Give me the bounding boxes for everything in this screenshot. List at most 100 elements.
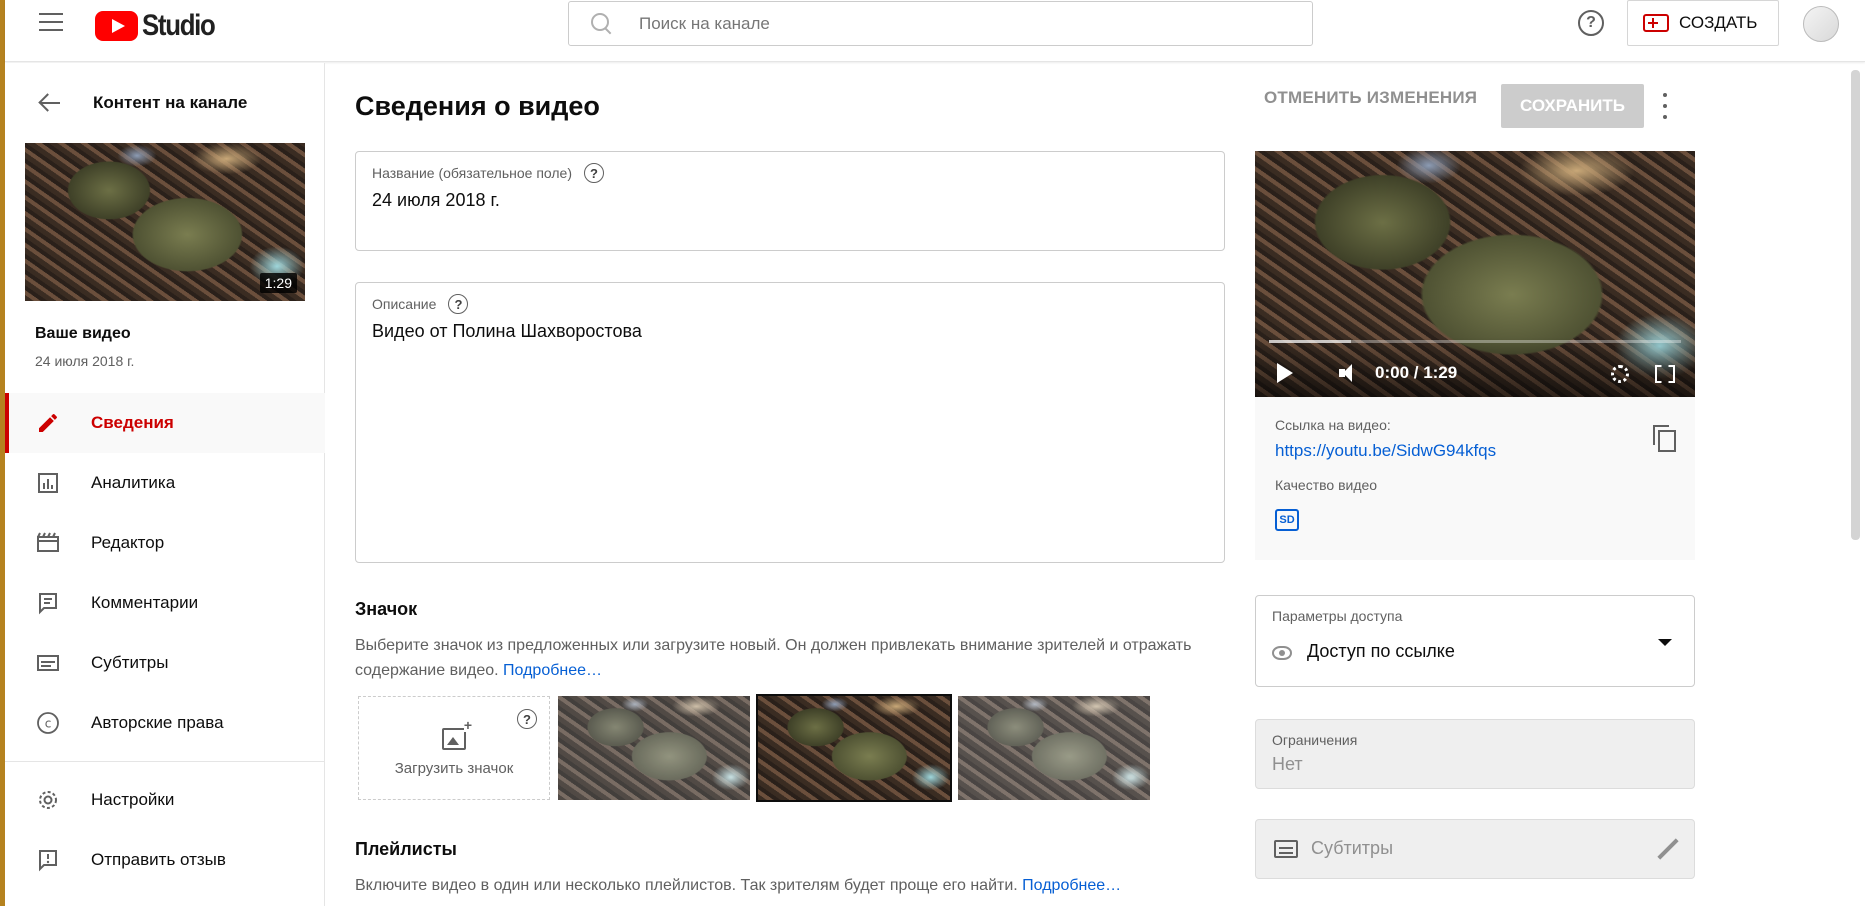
description-field-label: Описание ?: [372, 294, 469, 314]
subtitles-icon: [35, 650, 61, 676]
copy-icon[interactable]: [1653, 425, 1676, 452]
comment-icon: [35, 590, 61, 616]
sidebar-item-details[interactable]: Сведения: [5, 393, 325, 453]
channel-search[interactable]: [568, 1, 1313, 46]
volume-icon[interactable]: [1339, 364, 1361, 382]
fullscreen-icon[interactable]: [1655, 365, 1675, 383]
create-button[interactable]: СОЗДАТЬ: [1627, 0, 1779, 46]
progress-bar[interactable]: [1269, 340, 1681, 343]
sidebar-item-editor[interactable]: Редактор: [5, 513, 325, 573]
your-video-label: Ваше видео: [35, 325, 131, 342]
subtitles-field[interactable]: Субтитры: [1255, 819, 1695, 879]
sidebar-item-analytics[interactable]: Аналитика: [5, 453, 325, 513]
thumbnail-image: [758, 696, 950, 800]
video-thumbnail[interactable]: 1:29: [25, 143, 305, 301]
menu-icon[interactable]: [39, 13, 63, 31]
thumbnail-option-3[interactable]: [958, 696, 1150, 800]
back-to-content[interactable]: Контент на канале: [5, 83, 325, 123]
gear-icon: [35, 787, 61, 813]
video-player[interactable]: 0:00 / 1:29: [1255, 151, 1695, 397]
arrow-back-icon[interactable]: [37, 91, 61, 115]
sidebar-item-copyright[interactable]: c Авторские права: [5, 693, 325, 753]
sidebar-item-label: Настройки: [91, 790, 175, 809]
sidebar-item-label: Субтитры: [91, 653, 169, 672]
player-controls: [1255, 337, 1695, 397]
title-field-label: Название (обязательное поле) ?: [372, 163, 604, 183]
thumbnail-options: ? Загрузить значок: [358, 694, 1150, 802]
title-label-text: Название (обязательное поле): [372, 165, 572, 181]
thumbnail-image: [558, 696, 750, 800]
sidebar-divider: [5, 761, 325, 762]
description-input[interactable]: Видео от Полина Шахворостова: [372, 321, 642, 342]
thumbnail-help-text: Выберите значок из предложенных или загр…: [355, 637, 1192, 679]
pencil-icon: [35, 410, 61, 436]
thumbnail-learn-more-link[interactable]: Подробнее…: [503, 662, 602, 679]
sidebar-item-label: Комментарии: [91, 593, 199, 612]
main-content: Сведения о видео ОТМЕНИТЬ ИЗМЕНЕНИЯ СОХР…: [326, 63, 1865, 906]
video-info-panel: Ссылка на видео: https://youtu.be/SidwG9…: [1255, 397, 1695, 560]
sidebar-item-comments[interactable]: Комментарии: [5, 573, 325, 633]
studio-logo[interactable]: Studio: [95, 9, 226, 43]
video-link[interactable]: https://youtu.be/SidwG94kfqs: [1275, 441, 1496, 461]
edit-pencil-icon[interactable]: [1657, 838, 1679, 860]
undo-changes-button[interactable]: ОТМЕНИТЬ ИЗМЕНЕНИЯ: [1264, 79, 1477, 117]
visibility-value: Доступ по ссылке: [1307, 641, 1455, 661]
create-label: СОЗДАТЬ: [1679, 13, 1758, 32]
sidebar-item-label: Редактор: [91, 533, 165, 552]
logo-text: Studio: [142, 9, 216, 42]
search-icon: [591, 12, 613, 35]
thumbnail-option-1[interactable]: [558, 696, 750, 800]
more-options-icon[interactable]: [1662, 93, 1668, 119]
upload-thumbnail-label: Загрузить значок: [394, 759, 514, 777]
playlists-section-title: Плейлисты: [355, 839, 457, 859]
page-scrollbar[interactable]: [1851, 70, 1860, 540]
page-title: Сведения о видео: [355, 91, 600, 121]
upload-thumbnail-button[interactable]: ? Загрузить значок: [358, 696, 550, 800]
sidebar-item-subtitles[interactable]: Субтитры: [5, 633, 325, 693]
search-input[interactable]: [639, 13, 1239, 34]
add-image-icon: [442, 717, 472, 750]
feedback-icon: [35, 847, 61, 873]
sidebar-item-settings[interactable]: Настройки: [5, 770, 325, 830]
sidebar: Контент на канале 1:29 Ваше видео 24 июл…: [5, 63, 325, 906]
sidebar-item-label: Аналитика: [91, 473, 176, 492]
visibility-dropdown[interactable]: Параметры доступа Доступ по ссылке: [1255, 595, 1695, 687]
youtube-logo-icon: [95, 11, 138, 41]
duration-badge: 1:29: [259, 273, 297, 293]
restrictions-field: Ограничения Нет: [1255, 719, 1695, 789]
thumbnail-option-2[interactable]: [756, 694, 952, 802]
playlists-learn-more-link[interactable]: Подробнее…: [1022, 877, 1121, 894]
account-avatar[interactable]: [1803, 6, 1839, 42]
save-button[interactable]: СОХРАНИТЬ: [1501, 84, 1644, 128]
restrictions-label: Ограничения: [1272, 732, 1358, 748]
chevron-down-icon: [1658, 639, 1672, 646]
help-icon[interactable]: ?: [1578, 10, 1604, 36]
help-icon[interactable]: ?: [448, 294, 469, 314]
subtitles-label: Субтитры: [1311, 838, 1394, 858]
play-icon[interactable]: [1277, 363, 1293, 383]
playlists-section-text: Включите видео в один или несколько плей…: [355, 873, 1255, 898]
restrictions-value: Нет: [1272, 754, 1303, 774]
back-label: Контент на канале: [93, 93, 248, 112]
help-icon[interactable]: ?: [584, 163, 604, 183]
help-icon[interactable]: ?: [517, 709, 537, 729]
sidebar-item-feedback[interactable]: Отправить отзыв: [5, 830, 325, 890]
sidebar-item-label: Сведения: [91, 413, 174, 432]
clapperboard-icon: [35, 530, 61, 556]
title-input[interactable]: 24 июля 2018 г.: [372, 190, 500, 211]
description-field[interactable]: Описание ? Видео от Полина Шахворостова: [355, 282, 1225, 563]
subtitles-icon: [1274, 840, 1298, 858]
sidebar-item-label: Авторские права: [91, 713, 224, 732]
description-label-text: Описание: [372, 296, 437, 312]
sd-quality-icon: SD: [1275, 509, 1299, 531]
copyright-icon: c: [35, 710, 61, 736]
progress-buffer: [1269, 340, 1352, 343]
video-quality-label: Качество видео: [1275, 477, 1378, 493]
thumbnail-section-text: Выберите значок из предложенных или загр…: [355, 633, 1225, 683]
sidebar-nav: Сведения Аналитика Редактор Комментарии …: [5, 393, 325, 890]
top-bar: Studio ? СОЗДАТЬ: [5, 0, 1865, 62]
player-settings-icon[interactable]: [1611, 365, 1629, 383]
title-field[interactable]: Название (обязательное поле) ? 24 июля 2…: [355, 151, 1225, 251]
video-link-label: Ссылка на видео:: [1275, 417, 1391, 433]
analytics-icon: [35, 470, 61, 496]
